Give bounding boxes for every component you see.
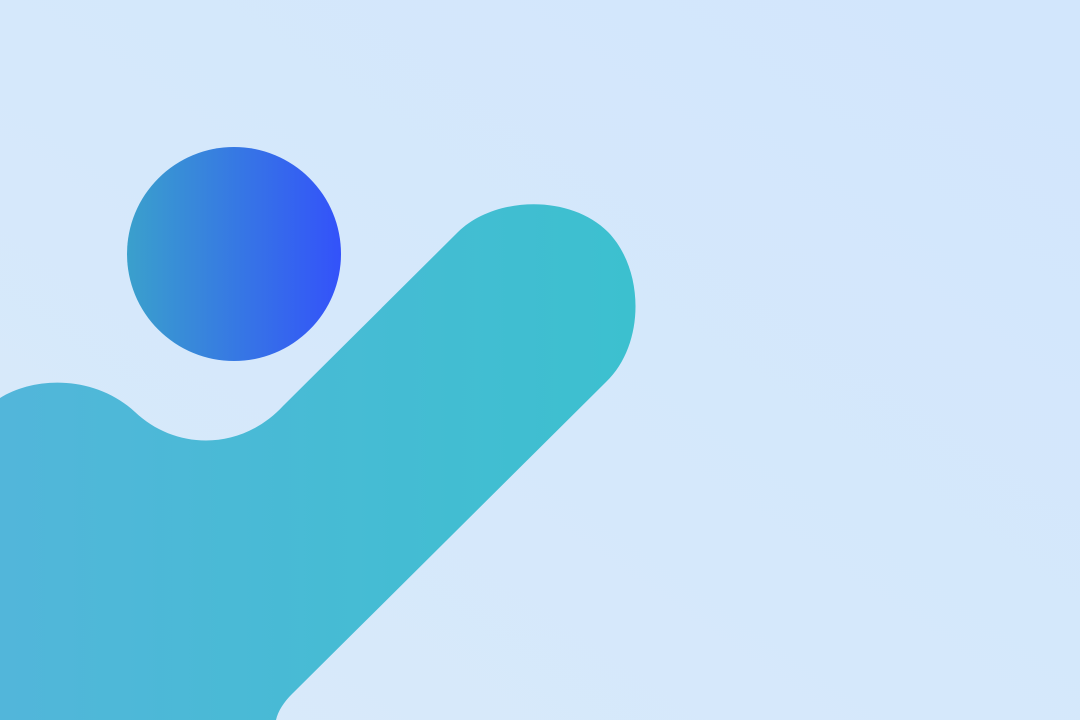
- background-canvas: [0, 0, 1080, 720]
- person-wave-logo-icon: [0, 147, 636, 720]
- head-circle-shape: [127, 147, 341, 361]
